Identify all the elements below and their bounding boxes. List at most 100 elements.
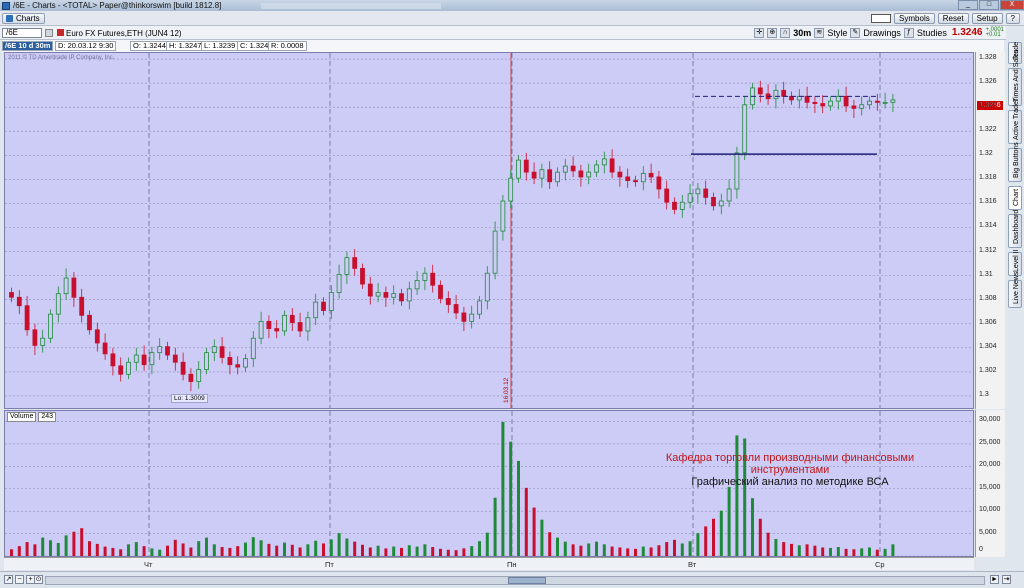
volume-bar: [56, 542, 60, 556]
candle: [258, 311, 264, 345]
volume-bar: [400, 547, 403, 556]
candle: [243, 353, 248, 372]
volume-bar: [556, 537, 559, 556]
drawing-tool-icon[interactable]: ↗: [4, 575, 13, 584]
product-color-icon: [57, 29, 64, 36]
volume-bar: [95, 543, 99, 556]
side-tab-big-buttons[interactable]: Big Buttons: [1008, 142, 1022, 182]
crosshair-icon[interactable]: ✛: [754, 27, 765, 38]
scroll-thumb[interactable]: [508, 577, 546, 584]
side-tab-active-trader[interactable]: Active Trader: [1008, 99, 1022, 144]
volume-bar: [33, 544, 37, 556]
setup-button[interactable]: Setup: [971, 13, 1003, 24]
symbol-input[interactable]: /6E: [2, 28, 42, 38]
candle: [656, 170, 662, 199]
volume-bar: [158, 549, 162, 556]
drawings-menu[interactable]: Drawings: [863, 28, 901, 38]
time-axis[interactable]: Чт Пт Пн Вт Ср: [4, 557, 974, 570]
overlay-line-3: Графический анализ по методике ВСА: [691, 476, 889, 488]
volume-bar: [813, 545, 817, 556]
candle: [445, 291, 451, 313]
zoom-out-icon[interactable]: −: [15, 575, 24, 584]
volume-bar: [376, 545, 380, 556]
side-tab-label: Active Trader: [1013, 98, 1020, 140]
candle: [16, 290, 22, 315]
layout-grid-icon[interactable]: [871, 14, 892, 23]
candle: [516, 155, 521, 183]
volume-bar: [579, 545, 583, 556]
zoom-fit-icon[interactable]: ⊙: [34, 575, 43, 584]
candle: [633, 175, 638, 187]
side-tab-label: Big Buttons: [1013, 142, 1020, 178]
time-tick-label: Вт: [688, 560, 697, 569]
candle: [461, 306, 467, 331]
price-tick-label: 1.308: [979, 294, 997, 302]
price-tick-label: 1.306: [979, 318, 997, 326]
candle: [484, 266, 490, 310]
date-marker-label: 16.03.12: [503, 377, 510, 403]
candle: [227, 351, 233, 375]
volume-bar: [407, 545, 411, 556]
volume-bar: [228, 547, 232, 556]
scroll-end-icon[interactable]: ⇥: [1002, 575, 1011, 584]
candle: [804, 86, 810, 109]
volume-bar: [649, 547, 653, 556]
volume-bar: [423, 544, 427, 556]
studies-icon: ƒ: [903, 27, 914, 38]
time-tick-label: Пт: [325, 560, 334, 569]
price-tick-label: 1.31: [979, 270, 993, 278]
maximize-button[interactable]: □: [979, 0, 999, 10]
candle: [726, 179, 732, 208]
charts-tab[interactable]: Charts: [2, 13, 45, 24]
candle: [570, 156, 576, 177]
volume-bar: [244, 542, 247, 556]
volume-bar: [860, 548, 864, 556]
magnet-icon[interactable]: ∩: [780, 27, 791, 38]
volume-bar: [446, 549, 450, 556]
close-button[interactable]: X: [1000, 0, 1024, 10]
price-tick-label: 1.304: [979, 342, 997, 350]
timeframe-selector[interactable]: 30m: [793, 28, 811, 38]
symbols-button[interactable]: Symbols: [894, 13, 935, 24]
side-tab-chart[interactable]: Chart: [1008, 186, 1022, 210]
app-window: /6E - Charts - <TOTAL> Paper@thinkorswim…: [0, 0, 1024, 588]
candle: [492, 221, 498, 280]
time-scrollbar[interactable]: [45, 576, 985, 585]
studies-menu[interactable]: Studies: [917, 28, 947, 38]
candle: [102, 333, 108, 360]
reset-button[interactable]: Reset: [937, 13, 969, 24]
side-tab-live-news[interactable]: Live News: [1008, 272, 1022, 308]
candle: [640, 166, 646, 191]
volume-axis[interactable]: 30,000 25,000 20,000 15,000 10,000 5,000 0: [975, 410, 1005, 557]
volume-bar: [493, 497, 497, 556]
volume-bar: [805, 544, 809, 556]
scroll-right-icon[interactable]: ►: [990, 575, 999, 584]
candle: [812, 96, 818, 114]
price-chart-panel[interactable]: 2011 © TD Ameritrade IP Company, Inc. Lo…: [4, 52, 974, 409]
zoom-icon[interactable]: ⊕: [767, 27, 778, 38]
style-menu[interactable]: Style: [827, 28, 847, 38]
volume-bar: [665, 542, 669, 556]
low-marker-label: Lo: 1.3009: [171, 394, 208, 403]
price-axis[interactable]: 1.3246 1.328 1.326 1.324 1.322 1.32 1.318 1.31…: [975, 52, 1005, 409]
volume-bar: [766, 532, 770, 556]
volume-bar: [704, 526, 708, 556]
candle: [469, 305, 475, 329]
volume-bar: [751, 498, 754, 556]
candle: [453, 294, 459, 319]
volume-bar: [142, 546, 146, 556]
timeframe-badge[interactable]: /6E 10 d 30m: [2, 41, 54, 51]
side-tab-dashboard[interactable]: Dashboard: [1008, 210, 1022, 248]
symbol-dropdown-icon[interactable]: [45, 29, 53, 37]
volume-bar: [314, 540, 318, 556]
minimize-button[interactable]: _: [958, 0, 978, 10]
volume-bar: [758, 518, 762, 556]
candle: [796, 89, 802, 109]
volume-bar: [696, 533, 700, 556]
candle: [679, 195, 685, 218]
help-icon[interactable]: ?: [1005, 13, 1020, 24]
candle: [63, 268, 69, 300]
volume-bar: [72, 531, 76, 556]
candle: [297, 312, 303, 337]
candle: [625, 168, 631, 188]
